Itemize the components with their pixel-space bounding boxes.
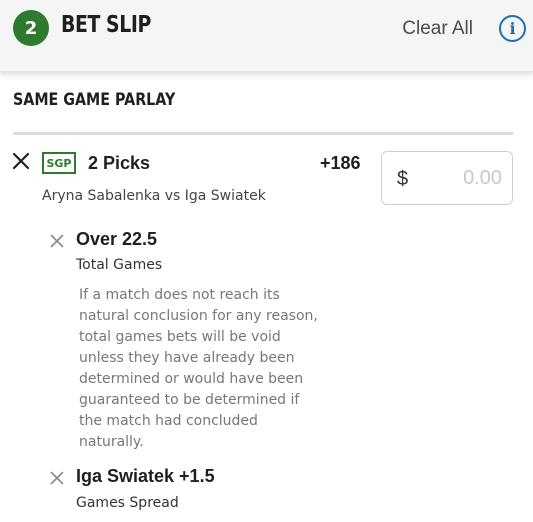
remove-leg-icon[interactable] — [50, 471, 64, 485]
section-title: SAME GAME PARLAY — [13, 90, 176, 110]
leg-rules-text: If a match does not reach its natural co… — [79, 287, 318, 450]
info-icon[interactable]: i — [499, 15, 526, 42]
parlay-odds: +186 — [320, 153, 361, 173]
section-divider — [13, 132, 513, 135]
info-glyph: i — [509, 19, 516, 38]
bet-count-badge: 2 — [13, 10, 49, 46]
wager-field[interactable]: $ — [381, 151, 513, 205]
picks-count: 2 Picks — [88, 153, 151, 173]
leg-selection: Iga Swiatek +1.5 — [76, 466, 215, 486]
clear-all-button[interactable]: Clear All — [402, 18, 473, 40]
leg-market: Total Games — [76, 257, 163, 273]
close-icon[interactable] — [12, 152, 30, 170]
matchup-label: Aryna Sabalenka vs Iga Swiatek — [42, 188, 266, 204]
remove-leg-icon[interactable] — [50, 234, 64, 248]
page-title: BET SLIP — [61, 12, 151, 38]
currency-symbol: $ — [397, 168, 409, 190]
bet-slip-header: 2 BET SLIP Clear All i — [0, 0, 533, 72]
sgp-badge: SGP — [42, 152, 76, 174]
wager-input[interactable] — [422, 165, 502, 191]
leg-selection: Over 22.5 — [76, 229, 158, 249]
leg-market: Games Spread — [76, 495, 179, 511]
